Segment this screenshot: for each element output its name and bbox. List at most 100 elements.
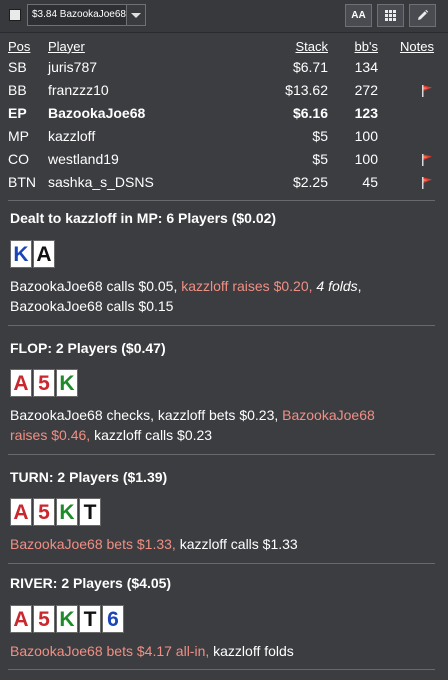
player-notes[interactable] <box>378 147 438 170</box>
villain-action-text: BazookaJoe68 bets $4.17 all-in, <box>10 643 214 659</box>
divider <box>8 325 435 326</box>
divider <box>8 669 435 670</box>
hole-cards: KA <box>10 240 55 268</box>
grid-view-button[interactable] <box>377 4 404 27</box>
playing-card: K <box>56 369 78 397</box>
playing-card: 5 <box>33 605 55 633</box>
player-pos: CO <box>8 150 29 167</box>
action-text: kazzloff calls $0.23 <box>94 427 213 443</box>
player-stack: $5 <box>312 150 328 167</box>
player-bbs: 123 <box>354 104 378 121</box>
player-row[interactable]: BTN sashka_s_DSNS $2.25 45 <box>8 170 438 193</box>
playing-card: 5 <box>33 498 55 526</box>
playing-card: T <box>79 498 101 526</box>
pencil-icon <box>418 9 429 20</box>
playing-card: A <box>10 498 32 526</box>
players-table-header: Pos Player Stack bb's Notes <box>8 37 438 55</box>
action-text: BazookaJoe68 calls $0.05, <box>10 278 182 294</box>
player-notes[interactable] <box>378 78 438 101</box>
header-pos[interactable]: Pos <box>8 37 48 55</box>
players-table: Pos Player Stack bb's Notes SB juris787 $6… <box>8 37 438 193</box>
header-notes[interactable]: Notes <box>378 37 438 55</box>
toolbar: $3.84 BazookaJoe68 AA <box>0 0 448 33</box>
player-pos: BTN <box>8 173 36 190</box>
player-row[interactable]: BB franzzz10 $13.62 272 <box>8 78 438 101</box>
flop-title: FLOP: 2 Players ($0.47) <box>10 340 166 356</box>
turn-actions: BazookaJoe68 bets $1.33, kazzloff calls … <box>10 534 434 554</box>
player-notes[interactable] <box>378 124 438 147</box>
playing-card: A <box>10 369 32 397</box>
divider <box>8 200 435 201</box>
playing-card: K <box>56 498 78 526</box>
chevron-down-icon[interactable] <box>126 5 145 25</box>
player-bbs: 100 <box>354 150 378 167</box>
hand-selector-value: $3.84 BazookaJoe68 <box>32 9 126 20</box>
villain-action-text: BazookaJoe68 <box>282 407 375 423</box>
player-bbs: 45 <box>362 173 378 190</box>
river-actions: BazookaJoe68 bets $4.17 all-in, kazzloff… <box>10 641 434 661</box>
turn-cards: A5KT <box>10 498 101 526</box>
player-notes[interactable] <box>378 55 438 78</box>
playing-card: K <box>10 240 32 268</box>
player-row[interactable]: EP BazookaJoe68 $6.16 123 <box>8 101 438 124</box>
hand-selector-dropdown[interactable]: $3.84 BazookaJoe68 <box>27 4 146 26</box>
flop-actions: BazookaJoe68 checks, kazzloff bets $0.23… <box>10 405 434 445</box>
playing-card: K <box>56 605 78 633</box>
font-size-button[interactable]: AA <box>345 4 372 27</box>
player-row[interactable]: CO westland19 $5 100 <box>8 147 438 170</box>
header-player[interactable]: Player <box>48 37 248 55</box>
player-pos: EP <box>8 104 27 121</box>
player-stack: $13.62 <box>285 81 328 98</box>
hero-action-text: kazzloff raises $0.20, <box>181 278 317 294</box>
header-bbs[interactable]: bb's <box>328 37 378 55</box>
player-bbs: 134 <box>354 58 378 75</box>
player-name: kazzloff <box>48 127 96 144</box>
player-row[interactable]: SB juris787 $6.71 134 <box>8 55 438 78</box>
river-cards: A5KT6 <box>10 605 124 633</box>
select-hand-checkbox[interactable] <box>9 9 21 21</box>
player-name: franzzz10 <box>48 81 109 98</box>
playing-card: A <box>33 240 55 268</box>
action-text: , <box>357 278 362 294</box>
player-pos: BB <box>8 81 27 98</box>
player-row[interactable]: MP kazzloff $5 100 <box>8 124 438 147</box>
flop-cards: A5K <box>10 369 78 397</box>
villain-action-text: raises $0.46, <box>10 427 95 443</box>
player-stack: $5 <box>312 127 328 144</box>
player-notes[interactable] <box>378 101 438 124</box>
player-bbs: 100 <box>354 127 378 144</box>
player-name: BazookaJoe68 <box>48 104 146 121</box>
playing-card: T <box>79 605 101 633</box>
action-text: kazzloff calls $1.33 <box>179 536 298 552</box>
playing-card: 6 <box>102 605 124 633</box>
playing-card: 5 <box>33 369 55 397</box>
note-flag-icon[interactable] <box>421 84 434 98</box>
preflop-actions: BazookaJoe68 calls $0.05, kazzloff raise… <box>10 276 434 316</box>
player-name: sashka_s_DSNS <box>48 173 154 190</box>
player-name: westland19 <box>48 150 119 167</box>
player-stack: $6.71 <box>292 58 328 75</box>
note-flag-icon[interactable] <box>421 153 434 167</box>
player-pos: SB <box>8 58 27 75</box>
action-text: BazookaJoe68 checks, kazzloff bets $0.23… <box>10 407 283 423</box>
villain-action-text: BazookaJoe68 bets $1.33, <box>10 536 180 552</box>
river-title: RIVER: 2 Players ($4.05) <box>10 575 172 591</box>
player-name: juris787 <box>48 58 98 75</box>
player-notes[interactable] <box>378 170 438 193</box>
player-pos: MP <box>8 127 29 144</box>
action-text: BazookaJoe68 calls $0.15 <box>10 298 174 314</box>
folds-text: 4 folds <box>316 278 358 294</box>
divider <box>8 454 435 455</box>
grid-icon <box>385 10 396 21</box>
note-flag-icon[interactable] <box>421 176 434 190</box>
player-stack: $2.25 <box>292 173 328 190</box>
playing-card: A <box>10 605 32 633</box>
player-bbs: 272 <box>354 81 378 98</box>
header-stack[interactable]: Stack <box>248 37 328 55</box>
font-size-label: AA <box>351 10 366 21</box>
edit-notes-button[interactable] <box>409 4 436 27</box>
turn-title: TURN: 2 Players ($1.39) <box>10 469 168 485</box>
action-text: kazzloff folds <box>213 643 294 659</box>
preflop-title: Dealt to kazzloff in MP: 6 Players ($0.0… <box>10 210 277 226</box>
divider <box>8 563 435 564</box>
